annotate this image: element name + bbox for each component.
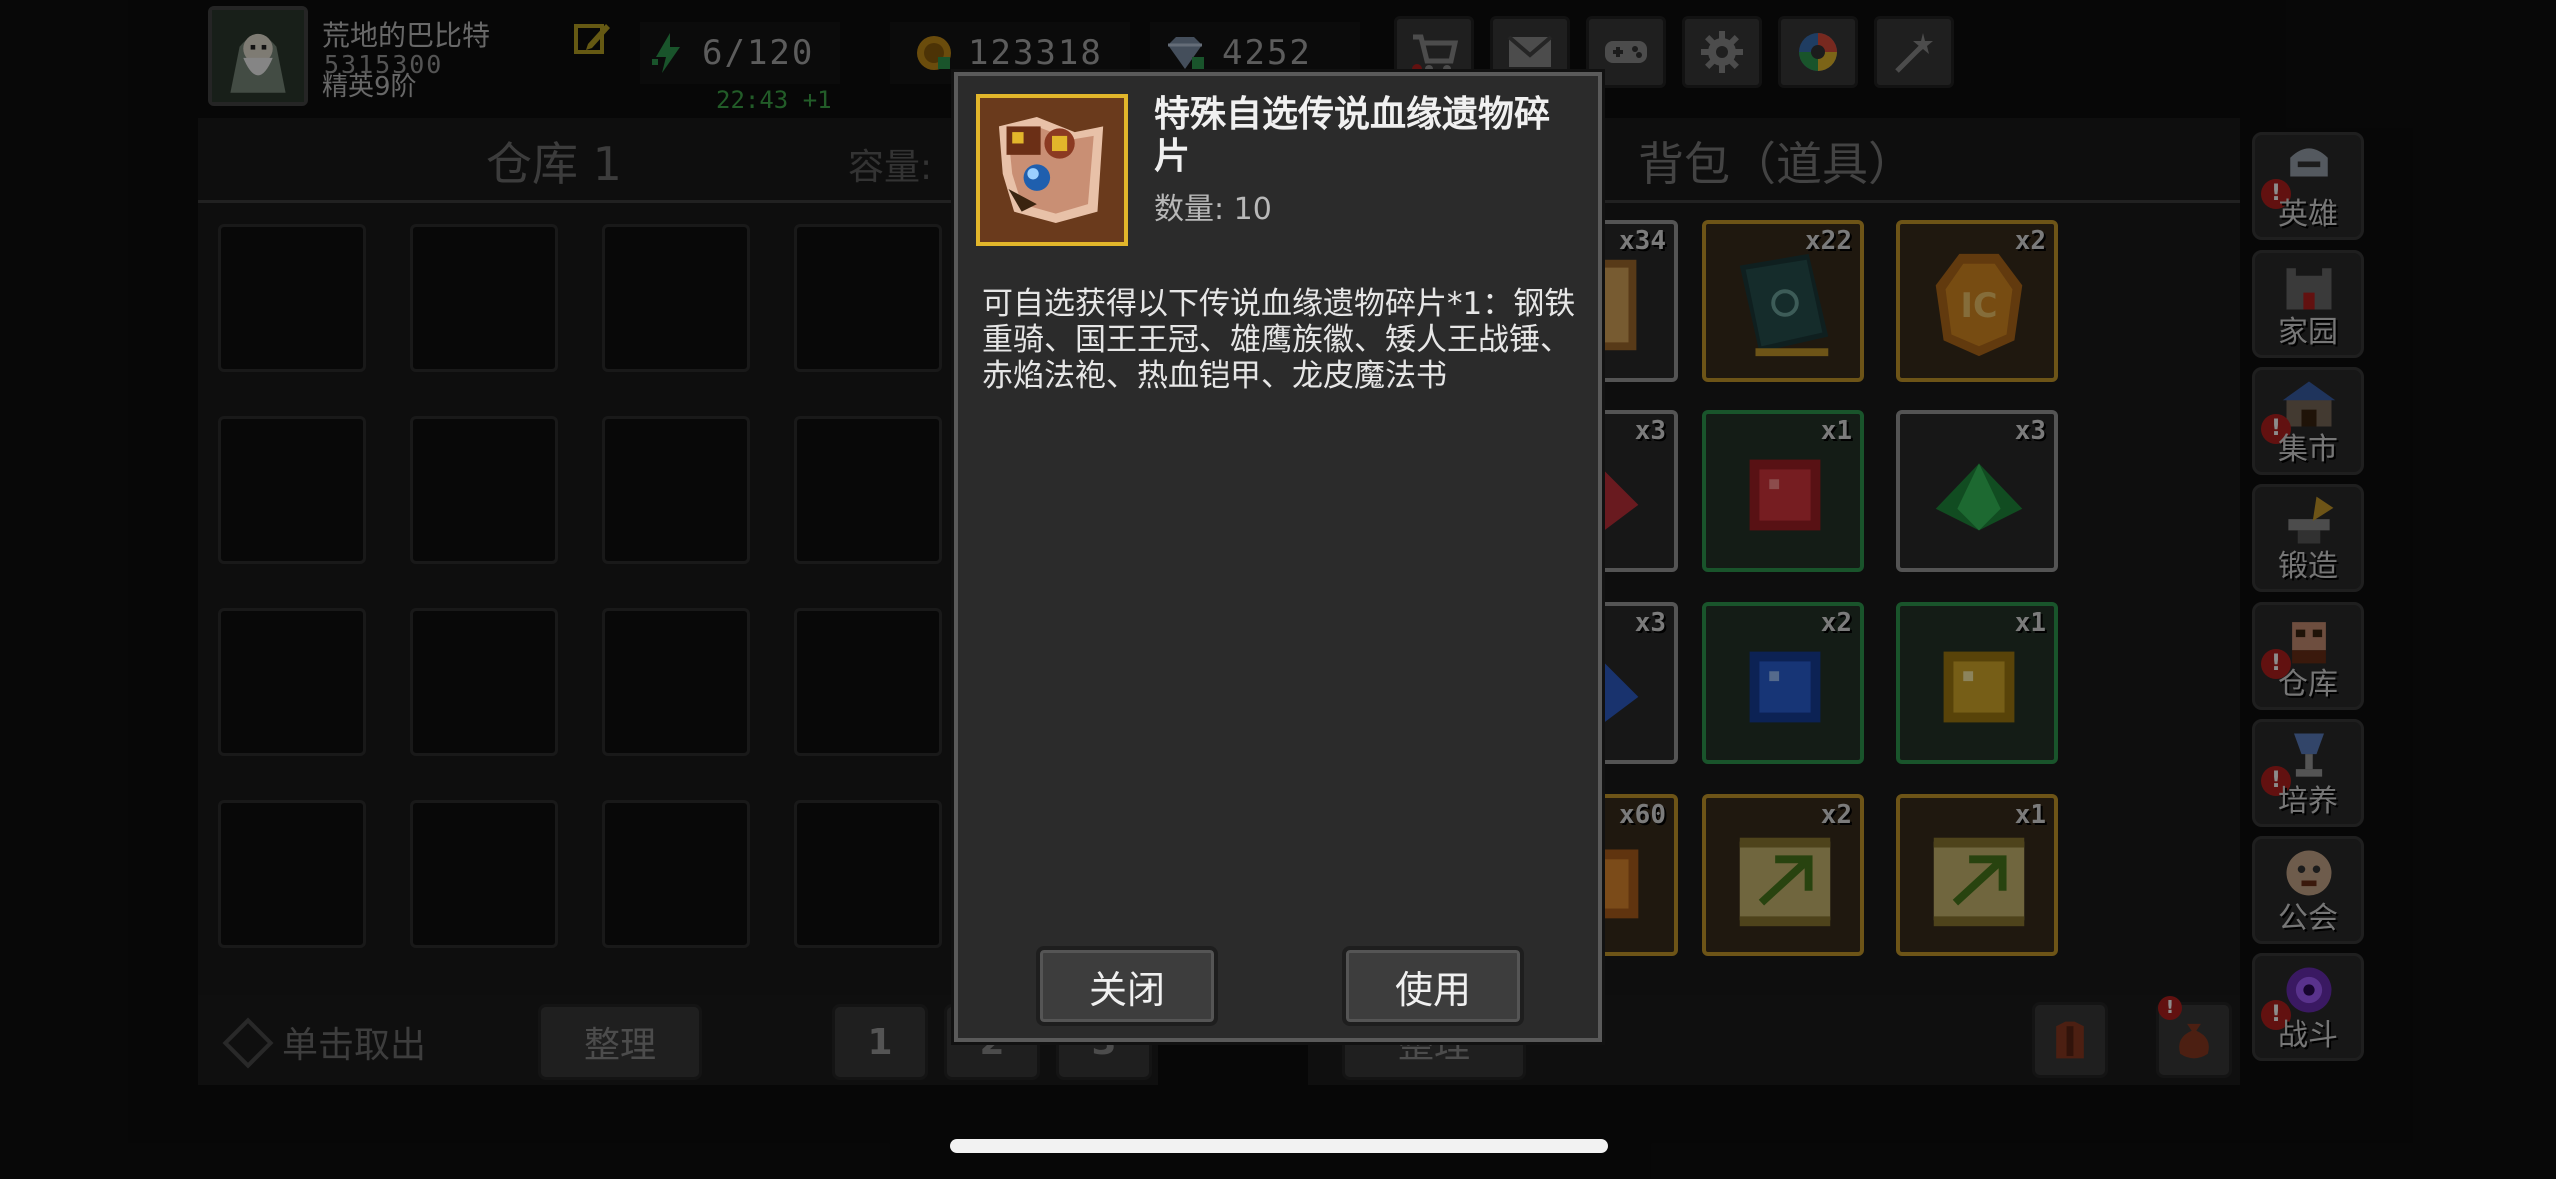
relic-fragment-icon (976, 94, 1128, 246)
home-indicator[interactable] (950, 1139, 1608, 1153)
use-button[interactable]: 使用 (1342, 946, 1524, 1026)
item-name: 特殊自选传说血缘遗物碎片 (1154, 94, 1551, 177)
item-description: 可自选获得以下传说血缘遗物碎片*1：钢铁重骑、国王王冠、雄鹰族徽、矮人王战锤、赤… (982, 286, 1576, 394)
close-button[interactable]: 关闭 (1036, 946, 1218, 1026)
item-detail-dialog: 特殊自选传说血缘遗物碎片 数量: 10 可自选获得以下传说血缘遗物碎片*1：钢铁… (954, 72, 1602, 1042)
item-quantity: 数量: 10 (1154, 192, 1272, 227)
